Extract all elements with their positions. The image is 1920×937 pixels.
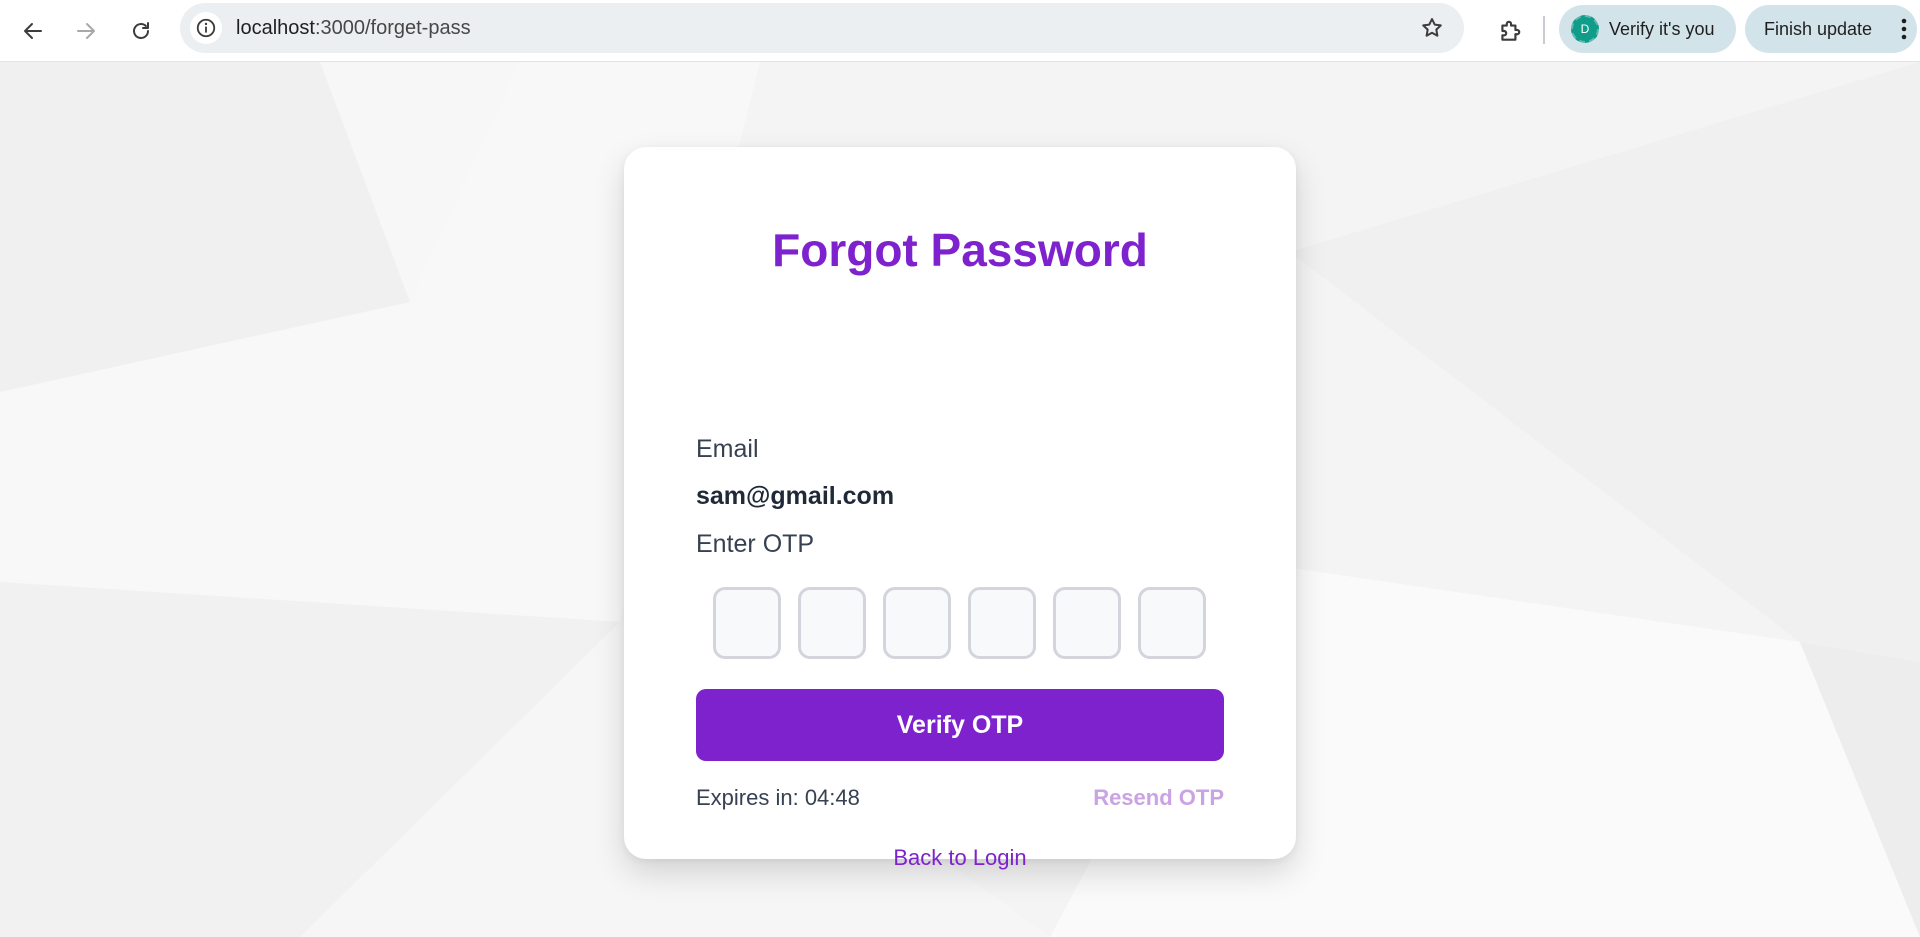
url-path: :3000/forget-pass (314, 17, 471, 39)
avatar: D (1571, 15, 1599, 43)
url-text[interactable]: localhost:3000/forget-pass (236, 3, 471, 53)
otp-digit-6[interactable] (1138, 587, 1206, 659)
forward-button[interactable] (66, 11, 106, 51)
toolbar-divider (1543, 16, 1545, 44)
otp-expiry-timer: Expires in: 04:48 (696, 785, 860, 810)
otp-digit-2[interactable] (798, 587, 866, 659)
forgot-password-card: Forgot Password Email sam@gmail.com Ente… (624, 147, 1296, 869)
page-title: Forgot Password (772, 224, 1148, 276)
reload-button[interactable] (121, 11, 161, 51)
star-icon[interactable] (1420, 16, 1444, 40)
page-viewport: Forgot Password Email sam@gmail.com Ente… (0, 62, 1920, 937)
reload-icon (133, 22, 149, 39)
back-icon (24, 23, 42, 39)
resend-otp-link[interactable]: Resend OTP (1093, 787, 1224, 809)
otp-digit-5[interactable] (1053, 587, 1121, 659)
verify-otp-button[interactable]: Verify OTP (696, 689, 1224, 761)
back-to-login-link[interactable]: Back to Login (624, 847, 1296, 869)
back-button[interactable] (13, 11, 53, 51)
site-info-button[interactable] (190, 12, 222, 44)
browser-toolbar: localhost:3000/forget-pass D Verify it's… (0, 0, 1920, 62)
verify-identity-chip[interactable]: D Verify it's you (1559, 5, 1736, 53)
address-bar[interactable]: localhost:3000/forget-pass (180, 3, 1464, 53)
finish-update-chip[interactable]: Finish update (1745, 5, 1917, 53)
info-icon (196, 18, 216, 38)
extensions-icon (1501, 20, 1521, 41)
extensions-button[interactable] (1490, 11, 1530, 51)
email-label: Email (696, 435, 759, 463)
update-chip-label: Finish update (1764, 18, 1873, 39)
otp-label: Enter OTP (696, 530, 815, 558)
email-value: sam@gmail.com (696, 482, 895, 510)
otp-digit-1[interactable] (713, 587, 781, 659)
forward-icon (77, 23, 95, 39)
otp-digit-3[interactable] (883, 587, 951, 659)
otp-inputs (713, 587, 1209, 659)
otp-digit-4[interactable] (968, 587, 1036, 659)
kebab-menu-icon[interactable] (1901, 17, 1907, 41)
url-host: localhost (236, 17, 315, 39)
verify-chip-label: Verify it's you (1609, 18, 1715, 39)
